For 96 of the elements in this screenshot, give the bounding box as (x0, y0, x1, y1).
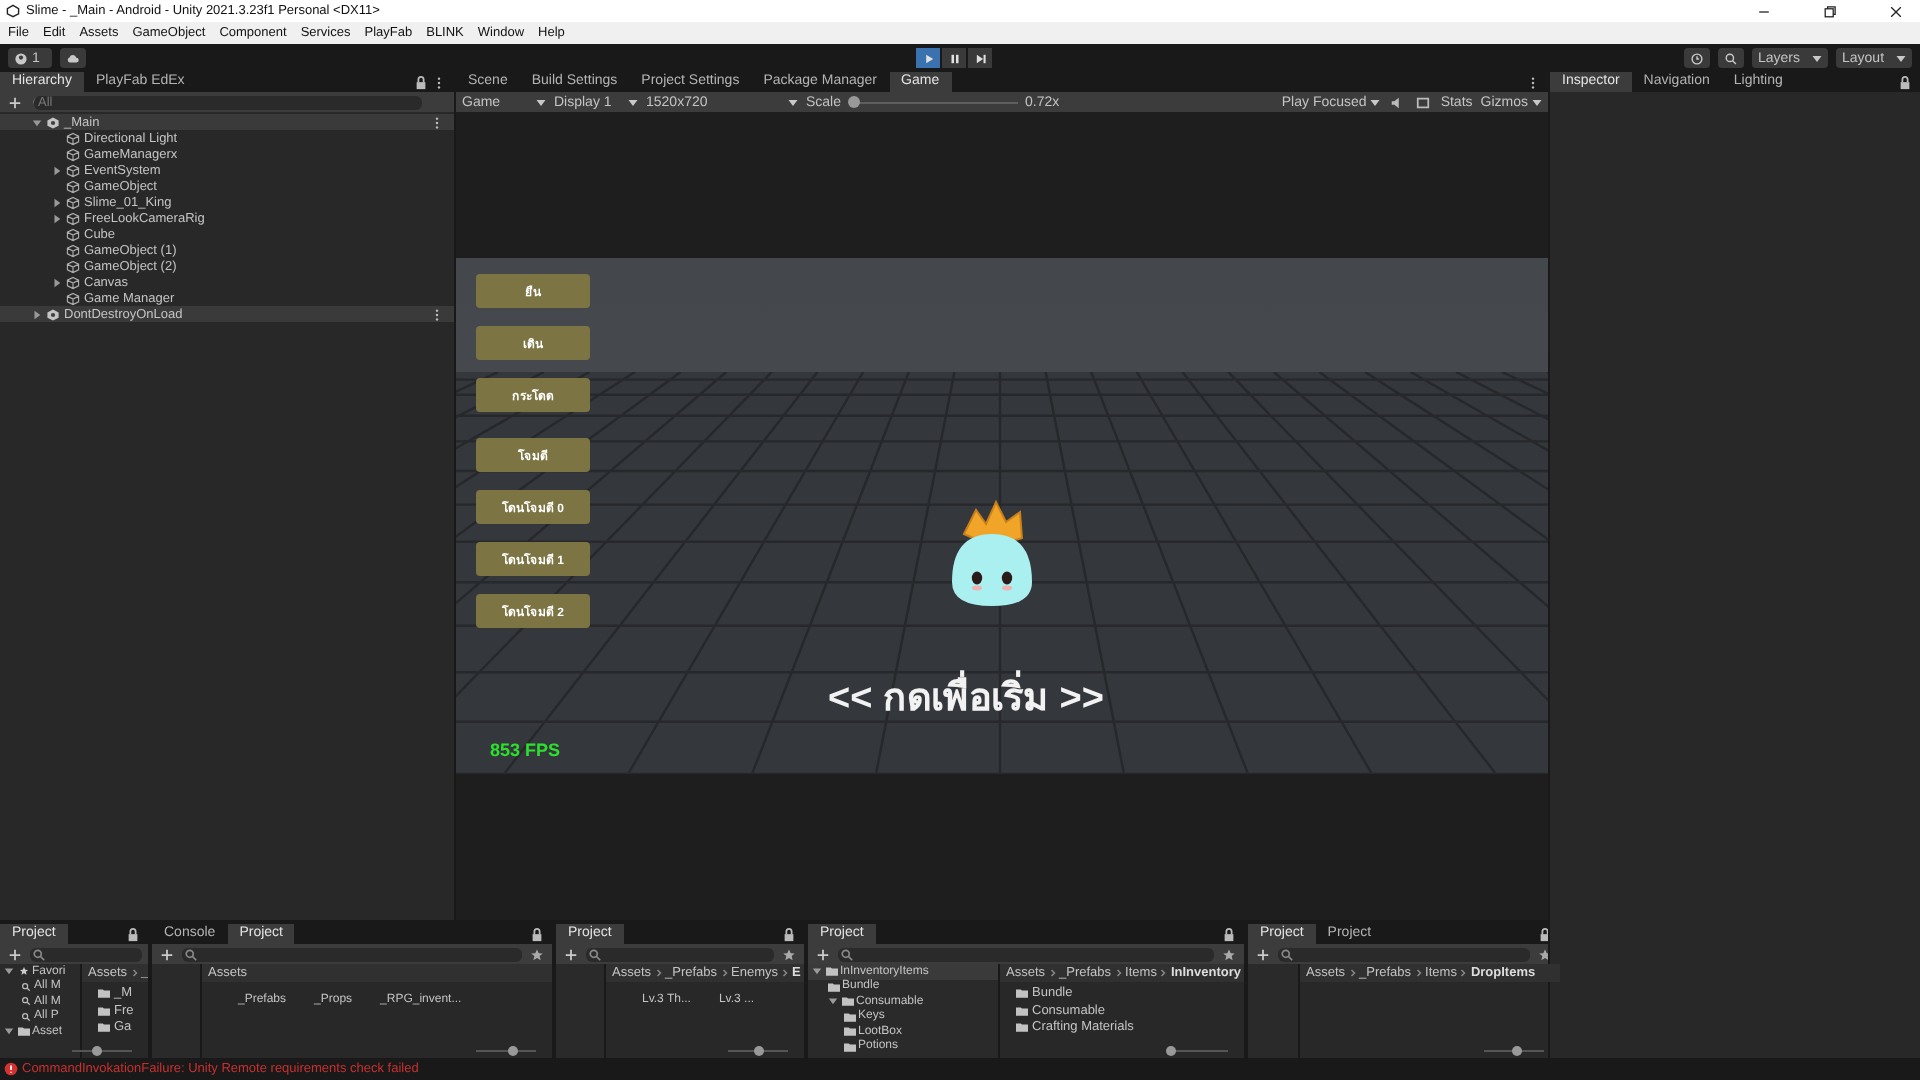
caret-icon (1370, 99, 1381, 105)
lock-icon[interactable] (782, 927, 796, 941)
folder-icon (18, 1026, 30, 1037)
chevron-icon (1160, 968, 1167, 978)
pause-button[interactable] (942, 48, 966, 68)
user-icon (14, 51, 28, 65)
search-button[interactable] (1718, 48, 1744, 68)
zoom-slider-thumb[interactable] (507, 1046, 517, 1056)
search-icon (1724, 51, 1738, 65)
caret-icon (1812, 55, 1822, 61)
expand-arrow-icon[interactable] (52, 277, 62, 287)
expand-arrow-icon[interactable] (32, 117, 42, 127)
star-icon[interactable] (530, 947, 544, 961)
chevron-icon (782, 968, 789, 978)
error-icon (4, 1062, 18, 1076)
expand-arrow-icon[interactable] (828, 996, 838, 1007)
more-menu-icon[interactable] (432, 75, 446, 89)
caret-icon (1532, 99, 1542, 105)
zoom-slider-thumb[interactable] (753, 1046, 763, 1056)
star-icon[interactable] (1538, 947, 1552, 961)
lock-icon[interactable] (414, 75, 428, 89)
expand-arrow-icon[interactable] (812, 966, 822, 977)
add-button[interactable] (158, 946, 176, 962)
plus-icon (1256, 947, 1270, 961)
expand-arrow-icon[interactable] (4, 966, 14, 977)
chevron-icon (721, 968, 728, 978)
expand-arrow-icon[interactable] (32, 309, 42, 319)
more-menu-icon[interactable] (430, 307, 444, 321)
more-menu-icon[interactable] (1526, 75, 1540, 89)
play-icon (921, 51, 935, 65)
search-field[interactable] (1278, 947, 1530, 961)
expand-arrow-icon[interactable] (52, 213, 62, 223)
play-button[interactable] (916, 48, 940, 68)
add-button[interactable] (6, 94, 24, 110)
add-button[interactable] (562, 946, 580, 962)
expand-arrow-icon[interactable] (52, 197, 62, 207)
chevron-icon (1460, 968, 1467, 978)
lock-icon[interactable] (1222, 927, 1236, 941)
plus-icon (8, 947, 22, 961)
search-field[interactable] (182, 947, 522, 961)
chevron-icon (1049, 968, 1056, 978)
fps-counter: 853 FPS (490, 740, 561, 760)
plus-icon (816, 947, 830, 961)
lock-icon[interactable] (126, 927, 140, 941)
search-icon (20, 1011, 32, 1022)
step-icon (973, 51, 987, 65)
plus-icon (160, 947, 174, 961)
restore-icon[interactable] (1822, 3, 1838, 19)
search-icon (32, 947, 46, 961)
search-icon (1280, 947, 1294, 961)
history-button[interactable] (1684, 48, 1710, 68)
step-button[interactable] (968, 48, 992, 68)
expand-arrow-icon[interactable] (52, 165, 62, 175)
clock-icon (1690, 51, 1704, 65)
stats-icon[interactable] (1416, 95, 1431, 109)
caret-icon (1896, 55, 1906, 61)
plus-icon (564, 947, 578, 961)
search-icon (20, 996, 32, 1007)
chevron-icon (131, 968, 138, 978)
lock-icon[interactable] (1898, 75, 1912, 89)
search-field[interactable] (586, 947, 774, 961)
chevron-icon (1349, 968, 1356, 978)
zoom-slider-thumb[interactable] (91, 1046, 101, 1056)
star-icon[interactable] (782, 947, 796, 961)
caret-icon (536, 99, 546, 105)
scene-icon (46, 307, 60, 321)
add-button[interactable] (1254, 946, 1272, 962)
search-field[interactable] (838, 947, 1214, 961)
pause-icon (947, 51, 961, 65)
zoom-slider-thumb[interactable] (1166, 1046, 1176, 1056)
cloud-button[interactable] (60, 48, 86, 68)
chevron-icon (1415, 968, 1422, 978)
expand-arrow-icon[interactable] (4, 1026, 14, 1037)
search-icon (588, 947, 602, 961)
search-icon (840, 947, 854, 961)
close-icon[interactable] (1888, 3, 1904, 19)
search-icon (20, 981, 32, 992)
search-icon (184, 947, 198, 961)
add-button[interactable] (814, 946, 832, 962)
star-icon (18, 966, 30, 977)
cloud-icon (66, 51, 80, 65)
add-button[interactable] (6, 946, 24, 962)
star-icon[interactable] (1222, 947, 1236, 961)
scene-icon (46, 115, 60, 129)
start-prompt[interactable]: << กดเพื่อเริ่ม >> (828, 666, 1104, 726)
chevron-icon (1115, 968, 1122, 978)
plus-icon (8, 95, 22, 109)
lock-icon[interactable] (530, 927, 544, 941)
caret-icon (628, 99, 638, 105)
chevron-icon (655, 968, 662, 978)
search-field[interactable] (30, 947, 142, 961)
caret-icon (788, 99, 798, 105)
scale-slider[interactable] (849, 94, 1018, 110)
more-menu-icon[interactable] (430, 115, 444, 129)
zoom-slider-thumb[interactable] (1512, 1046, 1522, 1056)
unity-logo-icon (6, 4, 20, 18)
